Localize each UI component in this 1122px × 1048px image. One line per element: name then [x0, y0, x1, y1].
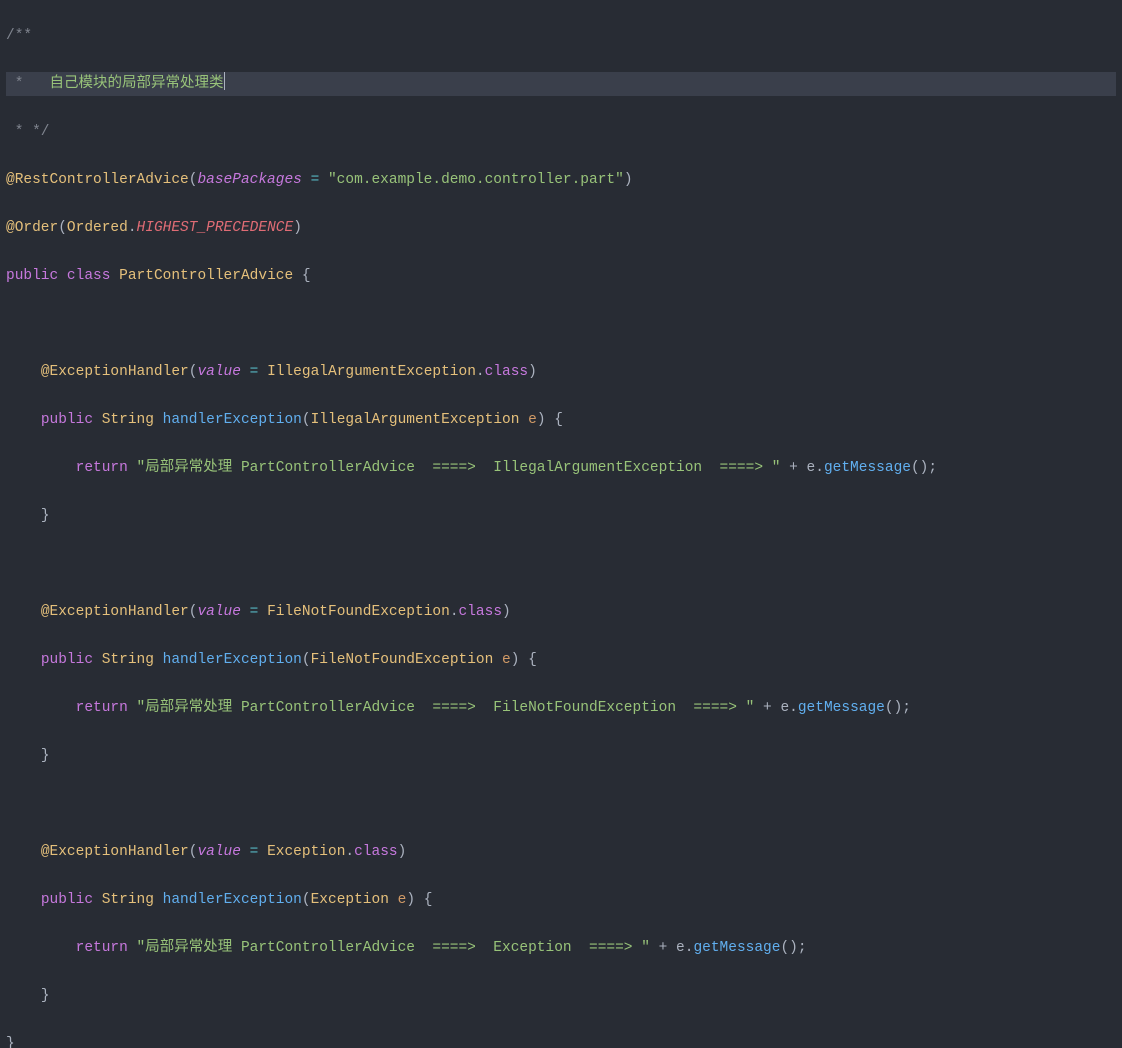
comment-star: * [6, 76, 50, 92]
method-name: handlerException [163, 652, 302, 668]
code-line-blank [6, 552, 1116, 576]
concat-op: + [754, 700, 780, 716]
param-type: IllegalArgumentException [311, 412, 520, 428]
brace: } [6, 1036, 15, 1048]
concat-op: + [780, 460, 806, 476]
return-type: String [102, 412, 154, 428]
return-type: String [102, 652, 154, 668]
keyword: public [41, 892, 93, 908]
keyword: public [41, 652, 93, 668]
param-type: FileNotFoundException [311, 652, 494, 668]
code-line: } [6, 504, 1116, 528]
brace: } [41, 508, 50, 524]
method-name: handlerException [163, 892, 302, 908]
code-line: return "局部异常处理 PartControllerAdvice ====… [6, 936, 1116, 960]
brace: { [293, 268, 310, 284]
code-line: public String handlerException(Exception… [6, 888, 1116, 912]
param-name: e [398, 892, 407, 908]
string-literal: "局部异常处理 PartControllerAdvice ====> Excep… [137, 940, 650, 956]
brace: } [41, 748, 50, 764]
class-keyword: class [485, 364, 529, 380]
code-line: public String handlerException(IllegalAr… [6, 408, 1116, 432]
annotation-param: value [197, 604, 241, 620]
code-line: return "局部异常处理 PartControllerAdvice ====… [6, 456, 1116, 480]
annotation-param: basePackages [197, 172, 301, 188]
brace: } [41, 988, 50, 1004]
code-line-blank [6, 792, 1116, 816]
annotation: @ExceptionHandler [41, 604, 189, 620]
var-ref: e [676, 940, 685, 956]
class-keyword: class [354, 844, 398, 860]
class-keyword: class [459, 604, 503, 620]
param-name: e [528, 412, 537, 428]
annotation: @ExceptionHandler [41, 364, 189, 380]
method-name: handlerException [163, 412, 302, 428]
var-ref: e [807, 460, 816, 476]
code-line: @ExceptionHandler(value = Exception.clas… [6, 840, 1116, 864]
class-name: PartControllerAdvice [119, 268, 293, 284]
comment-open: /** [6, 28, 32, 44]
code-line-blank [6, 312, 1116, 336]
string-literal: "局部异常处理 PartControllerAdvice ====> FileN… [137, 700, 755, 716]
type-ref: Exception [267, 844, 345, 860]
method-call: getMessage [693, 940, 780, 956]
keyword: class [67, 268, 111, 284]
code-line: /** [6, 24, 1116, 48]
constant-ref: HIGHEST_PRECEDENCE [137, 220, 294, 236]
annotation: @ExceptionHandler [41, 844, 189, 860]
comment-text: 自己模块的局部异常处理类 [50, 76, 224, 92]
code-line: public class PartControllerAdvice { [6, 264, 1116, 288]
keyword: return [76, 700, 128, 716]
annotation: @RestControllerAdvice [6, 172, 189, 188]
code-line: @RestControllerAdvice(basePackages = "co… [6, 168, 1116, 192]
keyword: return [76, 940, 128, 956]
code-line: @ExceptionHandler(value = FileNotFoundEx… [6, 600, 1116, 624]
method-call: getMessage [798, 700, 885, 716]
keyword: return [76, 460, 128, 476]
code-line: @ExceptionHandler(value = IllegalArgumen… [6, 360, 1116, 384]
string-literal: "com.example.demo.controller.part" [328, 172, 624, 188]
annotation: @Order [6, 220, 58, 236]
code-line: return "局部异常处理 PartControllerAdvice ====… [6, 696, 1116, 720]
code-line-highlighted: * 自己模块的局部异常处理类 [6, 72, 1116, 96]
type-ref: Ordered [67, 220, 128, 236]
code-line: } [6, 984, 1116, 1008]
brace: { [415, 892, 432, 908]
type-ref: IllegalArgumentException [267, 364, 476, 380]
var-ref: e [780, 700, 789, 716]
code-line: * */ [6, 120, 1116, 144]
type-ref: FileNotFoundException [267, 604, 450, 620]
brace: { [546, 412, 563, 428]
text-cursor [224, 72, 226, 90]
string-literal: "局部异常处理 PartControllerAdvice ====> Illeg… [137, 460, 781, 476]
keyword: public [41, 412, 93, 428]
code-line: @Order(Ordered.HIGHEST_PRECEDENCE) [6, 216, 1116, 240]
code-line: } [6, 744, 1116, 768]
concat-op: + [650, 940, 676, 956]
keyword: public [6, 268, 58, 284]
method-call: getMessage [824, 460, 911, 476]
comment-close: * */ [6, 124, 50, 140]
annotation-param: value [197, 844, 241, 860]
param-name: e [502, 652, 511, 668]
param-type: Exception [311, 892, 389, 908]
code-editor[interactable]: /** * 自己模块的局部异常处理类 * */ @RestControllerA… [0, 0, 1122, 1048]
brace: { [519, 652, 536, 668]
return-type: String [102, 892, 154, 908]
code-line: } [6, 1032, 1116, 1048]
code-line: public String handlerException(FileNotFo… [6, 648, 1116, 672]
annotation-param: value [197, 364, 241, 380]
